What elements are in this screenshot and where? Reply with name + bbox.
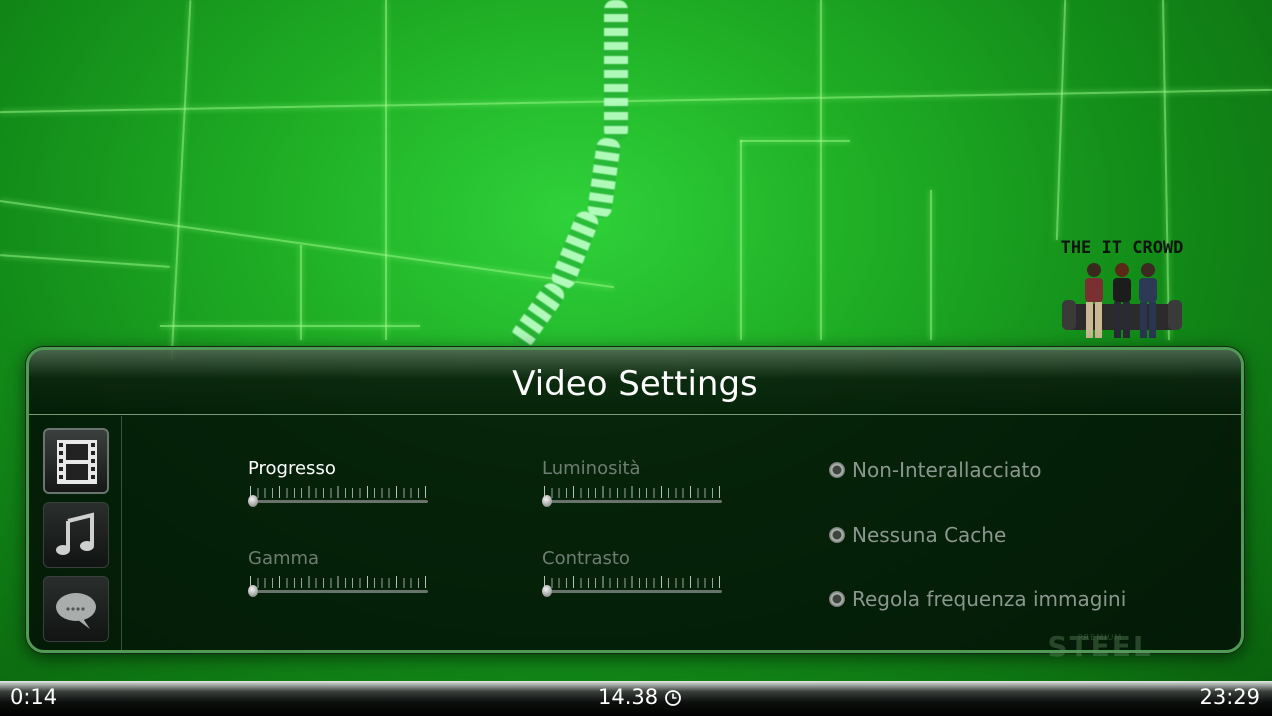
side-menu-divider [121, 416, 122, 650]
subtitle-settings-tab[interactable] [43, 576, 109, 642]
gamma-slider-knob[interactable] [248, 585, 258, 597]
adjust-framerate-radio-icon[interactable] [829, 591, 845, 607]
brightness-slider-knob[interactable] [542, 495, 552, 507]
show-cast-image [1062, 263, 1182, 338]
contrast-slider-label: Contrasto [542, 548, 630, 569]
video-settings-tab[interactable] [43, 428, 109, 494]
no-cache-toggle-label: Nessuna Cache [852, 523, 1007, 547]
contrast-slider[interactable]: Contrasto [542, 548, 722, 608]
contrast-slider-track[interactable] [542, 576, 722, 597]
music-note-icon [56, 512, 94, 555]
dialog-title: Video Settings [512, 364, 758, 404]
brightness-slider[interactable]: Luminosità [542, 458, 722, 518]
deinterlace-toggle-label: Non-Interallacciato [852, 458, 1042, 482]
show-logo: THE IT CROWD [1054, 238, 1190, 348]
playback-status-bar: 0:14 14.38 23:29 [0, 681, 1272, 716]
clock-icon [665, 690, 681, 706]
brightness-slider-label: Luminosità [542, 458, 641, 479]
progress-slider-label: Progresso [248, 458, 336, 479]
skin-watermark: STEEL [1047, 630, 1153, 663]
deinterlace-radio-icon[interactable] [829, 462, 845, 478]
dialog-header: Video Settings [29, 350, 1241, 415]
film-icon [57, 440, 97, 484]
speech-bubble-icon [56, 593, 96, 629]
adjust-framerate-toggle-label: Regola frequenza immagini [852, 587, 1127, 611]
no-cache-radio-icon[interactable] [829, 527, 845, 543]
gamma-slider[interactable]: Gamma [248, 548, 428, 608]
progress-slider[interactable]: Progresso [248, 458, 428, 518]
brightness-slider-track[interactable] [542, 486, 722, 507]
elapsed-time: 0:14 [10, 685, 58, 709]
progress-slider-track[interactable] [248, 486, 428, 507]
video-settings-dialog: Video Settings Progresso Luminosità Gamm… [26, 347, 1244, 653]
gamma-slider-track[interactable] [248, 576, 428, 597]
gamma-slider-label: Gamma [248, 548, 320, 569]
progress-slider-knob[interactable] [248, 495, 258, 507]
clock-time: 14.38 [598, 685, 659, 709]
audio-settings-tab[interactable] [43, 502, 109, 568]
show-logo-title: THE IT CROWD [1060, 238, 1184, 258]
video-player-screen: THE IT CROWD Video Settings Progresso Lu… [0, 0, 1272, 716]
total-duration: 23:29 [1199, 685, 1260, 709]
contrast-slider-knob[interactable] [542, 585, 552, 597]
